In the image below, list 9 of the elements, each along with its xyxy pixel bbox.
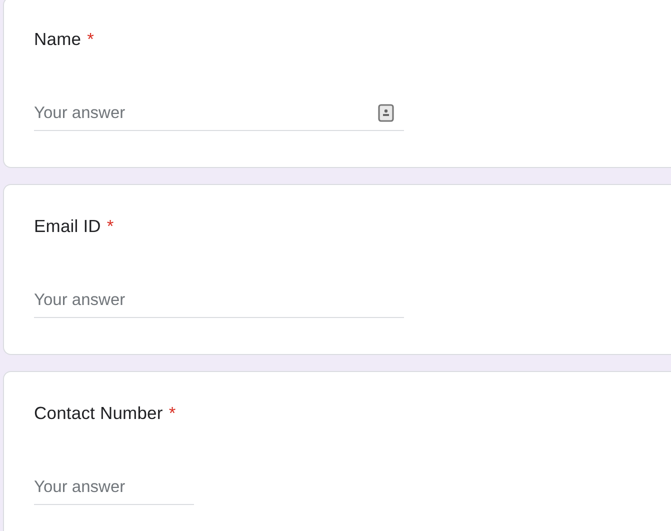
question-label: Name xyxy=(34,28,82,50)
required-mark: * xyxy=(106,215,114,237)
question-label: Email ID xyxy=(34,215,101,237)
required-mark: * xyxy=(168,402,176,424)
contact-card-icon[interactable] xyxy=(378,103,394,123)
question-label: Contact Number xyxy=(34,402,163,424)
required-mark: * xyxy=(87,28,94,50)
answer-field[interactable]: Your answer xyxy=(34,284,404,318)
answer-field[interactable]: Your answer xyxy=(34,471,194,505)
